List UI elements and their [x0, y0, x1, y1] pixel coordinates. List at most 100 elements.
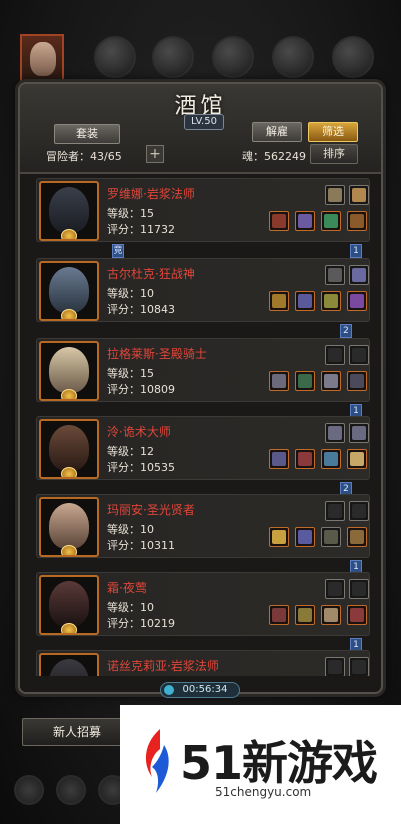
outfit-button[interactable]: 套装: [54, 124, 120, 144]
hero-portrait: [49, 425, 89, 471]
team-slot-5[interactable]: [272, 36, 314, 78]
emblem-icon: [61, 467, 77, 477]
hero-card[interactable]: 罗维娜·岩浆法师 等级：15 评分：11732: [36, 178, 370, 242]
empty-slot-icon[interactable]: [325, 501, 345, 521]
hero-name: 玛丽安·圣光贤者: [107, 503, 195, 517]
hero-score: 评分：10535: [107, 461, 175, 474]
hero-avatar: [39, 419, 99, 479]
hero-card[interactable]: 诺丝克莉亚·岩浆法师: [36, 650, 370, 676]
hero-name: 泠·诡术大师: [107, 425, 171, 439]
staff-icon[interactable]: [269, 211, 289, 231]
helmet-icon[interactable]: [295, 211, 315, 231]
skull-icon[interactable]: [321, 605, 341, 625]
feather-icon[interactable]: [325, 423, 345, 443]
mace-icon[interactable]: [269, 527, 289, 547]
portrait-face: [30, 42, 56, 76]
team-slots: [20, 34, 390, 86]
hero-card[interactable]: 霜·夜莺 等级：10 评分：10219: [36, 572, 370, 636]
team-slot-2[interactable]: [94, 36, 136, 78]
belt-icon[interactable]: [347, 211, 367, 231]
dagger-icon[interactable]: [269, 605, 289, 625]
hero-card[interactable]: 古尔杜克·狂战神 等级：10 评分：10843: [36, 258, 370, 322]
hero-list[interactable]: 罗维娜·岩浆法师 等级：15 评分：11732 竞 1 古尔杜克·狂战神 等级：…: [36, 178, 370, 676]
hero-avatar: [39, 341, 99, 401]
sword-icon[interactable]: [321, 371, 341, 391]
empty-slot-icon[interactable]: [349, 501, 369, 521]
scroll-icon[interactable]: [347, 449, 367, 469]
timer-text: 00:56:34: [182, 684, 228, 695]
bow-icon[interactable]: [325, 185, 345, 205]
feather-icon[interactable]: [349, 265, 369, 285]
boots-icon[interactable]: [347, 527, 367, 547]
feather-icon[interactable]: [349, 423, 369, 443]
axe-icon[interactable]: [269, 291, 289, 311]
empty-slot-icon[interactable]: [325, 657, 345, 676]
rank-tag: 1: [350, 244, 362, 258]
watermark-overlay: 51新游戏 51chengyu.com: [120, 705, 401, 824]
armor-icon[interactable]: [295, 449, 315, 469]
watermark-brand: 51新游戏: [180, 736, 378, 790]
watermark-logo-icon: [145, 729, 169, 793]
rank-tag: 2: [340, 324, 352, 338]
hero-portrait: [49, 503, 89, 549]
empty-slot-icon[interactable]: [349, 345, 369, 365]
hero-avatar: [39, 575, 99, 635]
team-slot-3[interactable]: [152, 36, 194, 78]
emblem-icon: [61, 389, 77, 399]
nav-icon[interactable]: [14, 775, 44, 805]
panel-header: 酒馆 LV.50 套装 解雇 筛选 冒险者：43/65 + 魂：562249 排…: [20, 84, 381, 174]
tavern-panel: 酒馆 LV.50 套装 解雇 筛选 冒险者：43/65 + 魂：562249 排…: [18, 82, 383, 694]
hero-avatar: [39, 653, 99, 676]
filter-button[interactable]: 筛选: [308, 122, 358, 142]
empty-slot-icon[interactable]: [349, 579, 369, 599]
hammer-icon[interactable]: [269, 371, 289, 391]
hero-card[interactable]: 泠·诡术大师 等级：12 评分：10535: [36, 416, 370, 480]
shield-icon[interactable]: [321, 527, 341, 547]
hero-level: 等级：15: [107, 207, 154, 220]
hero-name: 罗维娜·岩浆法师: [107, 187, 195, 201]
adventurer-count: 冒险者：43/65: [46, 150, 122, 163]
hero-name: 古尔杜克·狂战神: [107, 267, 195, 281]
hero-score: 评分：11732: [107, 223, 175, 236]
empty-slot-icon[interactable]: [349, 657, 369, 676]
recruit-button[interactable]: 新人招募: [22, 718, 132, 746]
sort-button[interactable]: 排序: [310, 144, 358, 164]
empty-slot-icon[interactable]: [325, 579, 345, 599]
team-portrait-slot[interactable]: [20, 34, 64, 82]
refresh-timer: 00:56:34: [160, 682, 240, 698]
hero-card[interactable]: 拉格莱斯·圣殿骑士 等级：15 评分：10809: [36, 338, 370, 402]
wings-icon[interactable]: [321, 449, 341, 469]
nav-icon[interactable]: [56, 775, 86, 805]
gem-icon[interactable]: [347, 291, 367, 311]
team-slot-6[interactable]: [332, 36, 374, 78]
add-capacity-button[interactable]: +: [146, 145, 164, 163]
shield-icon[interactable]: [321, 291, 341, 311]
ring-icon[interactable]: [347, 605, 367, 625]
team-slot-4[interactable]: [212, 36, 254, 78]
weapon-icon[interactable]: [325, 265, 345, 285]
emblem-icon: [61, 545, 77, 555]
hero-level: 等级：10: [107, 287, 154, 300]
emblem-icon: [61, 623, 77, 633]
hero-avatar: [39, 497, 99, 557]
hero-score: 评分：10843: [107, 303, 175, 316]
armor-icon[interactable]: [295, 605, 315, 625]
helmet-icon[interactable]: [295, 291, 315, 311]
hero-score: 评分：10311: [107, 539, 175, 552]
helmet-icon[interactable]: [295, 527, 315, 547]
hero-level: 等级：15: [107, 367, 154, 380]
spear-icon[interactable]: [269, 449, 289, 469]
hero-card[interactable]: 玛丽安·圣光贤者 等级：10 评分：10311: [36, 494, 370, 558]
hero-avatar: [39, 261, 99, 321]
hero-portrait: [49, 581, 89, 627]
gloves-icon[interactable]: [321, 211, 341, 231]
amulet-icon[interactable]: [349, 185, 369, 205]
hero-name: 诺丝克莉亚·岩浆法师: [107, 659, 219, 673]
dismiss-button[interactable]: 解雇: [252, 122, 302, 142]
hero-portrait: [49, 659, 89, 676]
armor-icon[interactable]: [295, 371, 315, 391]
dagger-icon[interactable]: [347, 371, 367, 391]
hero-name: 霜·夜莺: [107, 581, 147, 595]
hero-level: 等级：12: [107, 445, 154, 458]
empty-slot-icon[interactable]: [325, 345, 345, 365]
